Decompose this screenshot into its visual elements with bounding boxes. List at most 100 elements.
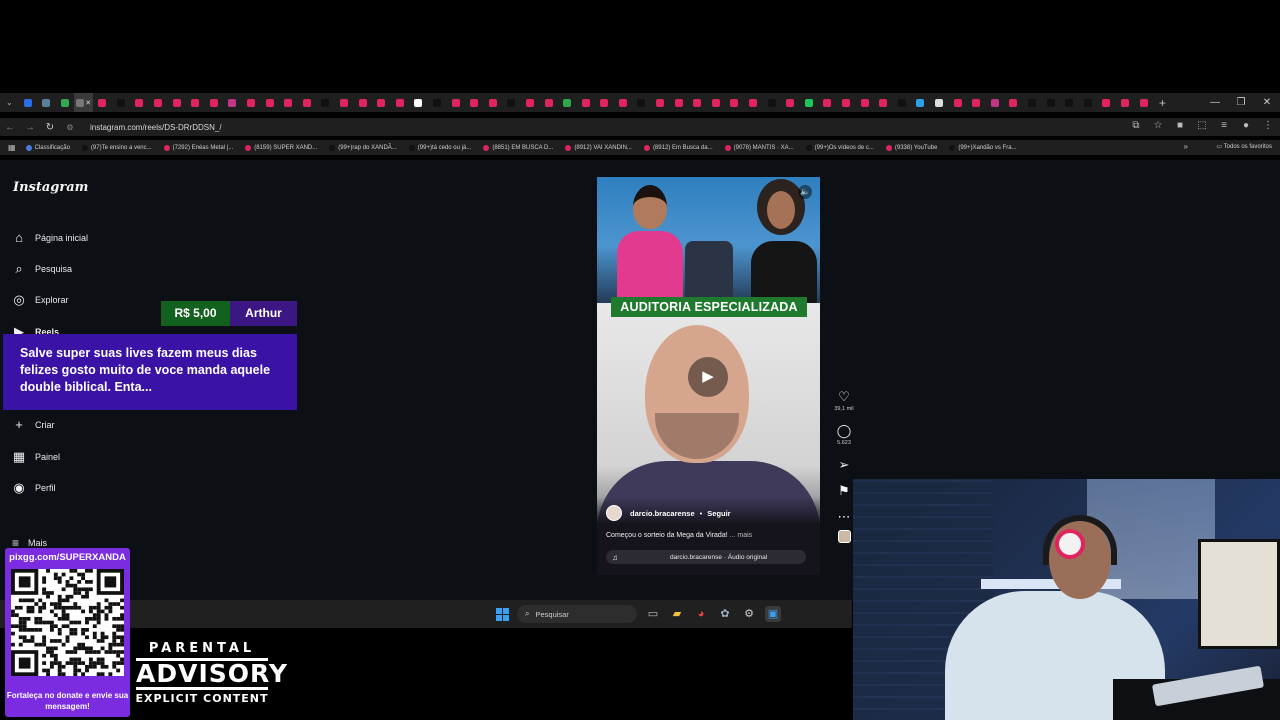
bookmark-item[interactable]: (99+)tá cedo ou já...	[408, 144, 471, 151]
browser-tab[interactable]	[707, 93, 726, 112]
browser-tab[interactable]	[539, 93, 558, 112]
bookmark-item[interactable]: (99+)Xandão vs Fra...	[949, 144, 1017, 151]
browser-tab[interactable]	[316, 93, 335, 112]
tab-search-button[interactable]: ⌄	[0, 93, 19, 112]
active-app-icon[interactable]: ▣	[765, 606, 781, 622]
browser-tab[interactable]	[837, 93, 856, 112]
browser-tab[interactable]	[874, 93, 893, 112]
sidebar-item-explorar[interactable]: ◎ Explorar	[12, 285, 88, 316]
browser-tab[interactable]	[372, 93, 391, 112]
forward-button[interactable]: →	[20, 122, 40, 133]
bookmark-item[interactable]: (99+)Os vídeos de c...	[805, 144, 874, 151]
browser-tab[interactable]	[632, 93, 651, 112]
browser-tab[interactable]	[409, 93, 428, 112]
install-app-icon[interactable]: ⧉	[1130, 120, 1142, 132]
browser-tab[interactable]: ✕	[74, 93, 93, 112]
steam-icon[interactable]: ⚙	[741, 606, 757, 622]
browser-tab[interactable]	[725, 93, 744, 112]
taskbar-search[interactable]: ⌕ Pesquisar	[517, 605, 637, 623]
menu-lines-icon[interactable]: ≡	[1218, 120, 1230, 132]
bookmark-item[interactable]: (99+)rap do XANDÃ...	[329, 144, 397, 151]
browser-tab[interactable]	[130, 93, 149, 112]
audio-link[interactable]: ♫ darcio.bracarense · Áudio original	[606, 550, 806, 564]
comment-button[interactable]: ◯ 5.623	[834, 424, 854, 447]
bookmark-item[interactable]: (97)Te ensino a venc...	[81, 144, 152, 151]
url-input[interactable]: instagram.com/reels/DS-DRrDDSN_/	[90, 123, 222, 132]
browser-tab[interactable]	[818, 93, 837, 112]
file-explorer-icon[interactable]: ▰	[669, 606, 685, 622]
browser-tab[interactable]	[112, 93, 131, 112]
bookmarks-overflow-button[interactable]: »	[1184, 142, 1188, 151]
avatar[interactable]	[606, 505, 622, 521]
browser-tab[interactable]	[911, 93, 930, 112]
bookmark-item[interactable]: (8851) EM BUSCA D...	[483, 144, 553, 151]
puzzle-icon[interactable]: ⬚	[1196, 120, 1208, 132]
browser-tab[interactable]	[1134, 93, 1153, 112]
all-favorites-folder[interactable]: ▭ Todos os favoritos	[1216, 143, 1272, 150]
audio-avatar[interactable]	[837, 530, 851, 543]
browser-tab[interactable]	[688, 93, 707, 112]
new-tab-button[interactable]: +	[1159, 96, 1166, 110]
browser-tab[interactable]	[260, 93, 279, 112]
browser-tab[interactable]	[465, 93, 484, 112]
browser-tab[interactable]	[967, 93, 986, 112]
browser-tab[interactable]	[576, 93, 595, 112]
profile-avatar-icon[interactable]: ●	[1240, 120, 1252, 132]
browser-tab[interactable]	[56, 93, 75, 112]
kebab-menu-icon[interactable]: ⋮	[1262, 120, 1274, 132]
play-icon[interactable]: ▶	[688, 357, 728, 397]
browser-tab[interactable]	[893, 93, 912, 112]
browser-tab[interactable]	[37, 93, 56, 112]
bookmark-item[interactable]: (8159) SUPER XAND...	[245, 144, 317, 151]
sidebar-item-perfil[interactable]: ◉ Perfil	[12, 472, 88, 503]
close-tab-icon[interactable]: ✕	[85, 99, 91, 107]
browser-tab[interactable]	[1004, 93, 1023, 112]
browser-tab[interactable]	[762, 93, 781, 112]
bookmark-item[interactable]: (7292) Enéas Metal |...	[163, 144, 233, 151]
maximize-button[interactable]: ❐	[1228, 93, 1254, 112]
browser-tab[interactable]	[744, 93, 763, 112]
bookmark-item[interactable]: (8912) VAI XANDIN...	[565, 144, 632, 151]
settings-icon[interactable]: ✿	[717, 606, 733, 622]
browser-tab[interactable]	[298, 93, 317, 112]
sidebar-item-pesquisa[interactable]: ⌕ Pesquisa	[12, 253, 88, 284]
sidebar-item-criar[interactable]: + Criar	[12, 410, 88, 441]
sidebar-item-p-gina-inicial[interactable]: ⌂ Página inicial	[12, 222, 88, 253]
bookmark-item[interactable]: Classificação	[25, 144, 70, 151]
browser-tab[interactable]	[502, 93, 521, 112]
browser-tab[interactable]	[205, 93, 224, 112]
browser-tab[interactable]	[428, 93, 447, 112]
site-info-icon[interactable]: ⚙	[60, 123, 80, 132]
bookmark-item[interactable]: (9338) YouTube	[885, 144, 937, 151]
browser-tab[interactable]	[335, 93, 354, 112]
browser-tab[interactable]	[521, 93, 540, 112]
browser-tab[interactable]	[1041, 93, 1060, 112]
browser-tab[interactable]	[19, 93, 38, 112]
browser-tab[interactable]	[985, 93, 1004, 112]
browser-tab[interactable]	[483, 93, 502, 112]
browser-tab[interactable]	[948, 93, 967, 112]
browser-tab[interactable]	[1023, 93, 1042, 112]
browser-tab[interactable]	[651, 93, 670, 112]
share-button[interactable]: ➢	[834, 458, 854, 472]
browser-tab[interactable]	[855, 93, 874, 112]
sidebar-item-painel[interactable]: ▦ Painel	[12, 441, 88, 472]
close-window-button[interactable]: ✕	[1254, 93, 1280, 112]
task-view-icon[interactable]: ▭	[645, 606, 661, 622]
browser-tab[interactable]	[186, 93, 205, 112]
extension-icon[interactable]: ■	[1174, 120, 1186, 132]
minimize-button[interactable]: —	[1202, 93, 1228, 112]
browser-tab[interactable]	[353, 93, 372, 112]
browser-tab[interactable]	[242, 93, 261, 112]
browser-tab[interactable]	[1078, 93, 1097, 112]
browser-tab[interactable]	[93, 93, 112, 112]
apps-grid-icon[interactable]: ▦	[8, 143, 16, 152]
browser-tab[interactable]	[279, 93, 298, 112]
bookmark-item[interactable]: (9078) MANTIS · XA...	[724, 144, 794, 151]
caption-more-link[interactable]: ... mais	[730, 532, 753, 539]
browser-tab[interactable]	[930, 93, 949, 112]
browser-tab[interactable]	[223, 93, 242, 112]
author-username[interactable]: darcio.bracarense	[630, 509, 695, 518]
back-button[interactable]: ←	[0, 122, 20, 133]
browser-tab[interactable]	[781, 93, 800, 112]
